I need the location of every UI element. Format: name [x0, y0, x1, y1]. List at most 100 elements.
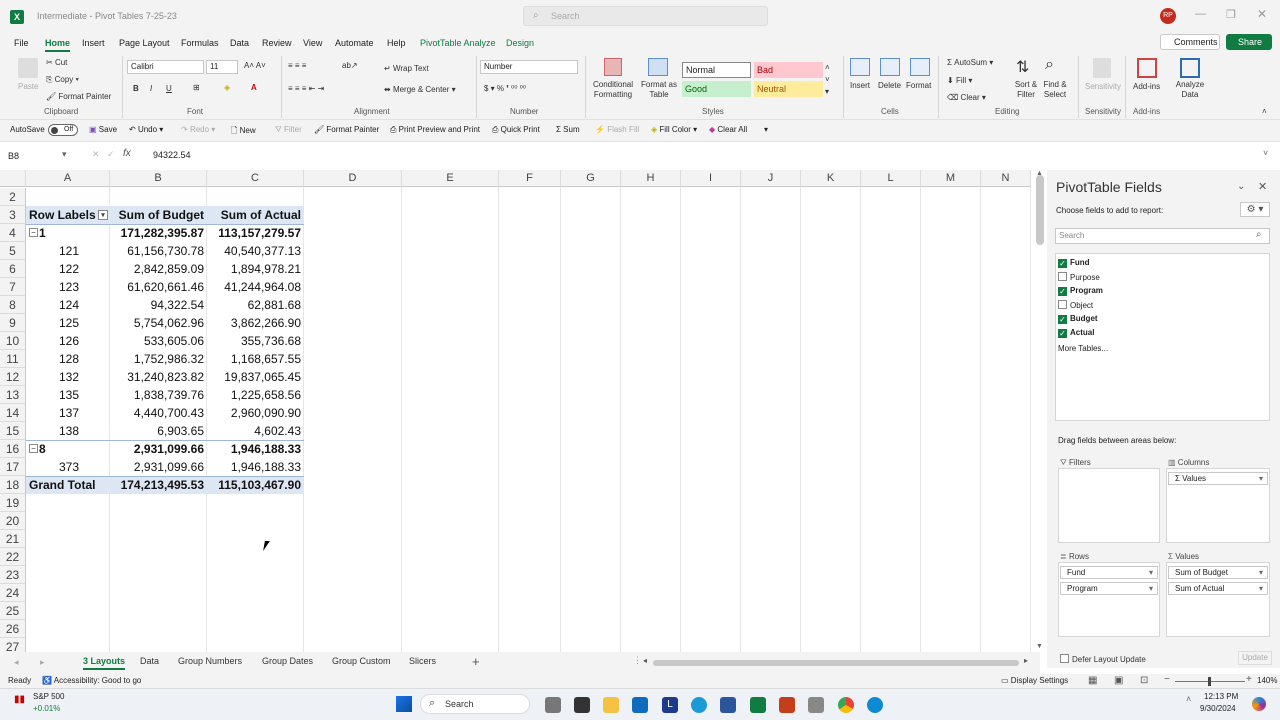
- align-top-icon[interactable]: ≡ ≡ ≡: [288, 61, 306, 70]
- checkbox-icon[interactable]: ✓: [1058, 287, 1067, 296]
- analyze-data-icon[interactable]: [1180, 58, 1200, 78]
- row-header-16[interactable]: 16: [0, 440, 26, 458]
- pivot-grand-total-label[interactable]: Grand Total: [26, 476, 110, 494]
- print-preview-button[interactable]: ⎙ Print Preview and Print: [390, 125, 480, 135]
- field-budget[interactable]: ✓ Budget: [1058, 314, 1098, 324]
- select-all-corner[interactable]: [0, 170, 26, 187]
- row-header-4[interactable]: 4: [0, 224, 26, 242]
- sheet-tab-slicers[interactable]: Slicers: [409, 656, 436, 666]
- maximize-icon[interactable]: ❐: [1226, 8, 1236, 21]
- delete-cells-icon[interactable]: [880, 58, 900, 76]
- format-painter-qat-button[interactable]: 🖌 Format Painter: [314, 125, 379, 134]
- pivot-row-label[interactable]: 126: [32, 332, 82, 350]
- conditional-formatting-icon[interactable]: [604, 58, 622, 76]
- add-ins-icon[interactable]: [1137, 58, 1157, 78]
- pivot-row-label[interactable]: 138: [32, 422, 82, 440]
- tab-file[interactable]: File: [14, 38, 29, 48]
- format-as-table-button[interactable]: Format as Table: [640, 80, 678, 100]
- comments-button[interactable]: Comments: [1160, 34, 1220, 50]
- copilot-icon[interactable]: [545, 697, 561, 713]
- row-header-25[interactable]: 25: [0, 602, 26, 620]
- next-sheet-icon[interactable]: ▸: [40, 657, 45, 668]
- column-header-c[interactable]: C: [207, 170, 304, 187]
- pivot-row-label[interactable]: 125: [32, 314, 82, 332]
- row-header-27[interactable]: 27: [0, 638, 26, 652]
- zoom-out-icon[interactable]: −: [1164, 674, 1170, 685]
- pivot-actual-cell[interactable]: 1,168,657.55: [207, 350, 304, 368]
- pivot-group-label[interactable]: 8: [36, 440, 110, 458]
- sheet-tab-3-layouts[interactable]: 3 Layouts: [83, 656, 126, 670]
- field-object[interactable]: Object: [1058, 300, 1093, 310]
- scroll-up-icon[interactable]: ▲: [1036, 170, 1043, 177]
- pivot-budget-cell[interactable]: 533,605.06: [110, 332, 207, 350]
- row-header-10[interactable]: 10: [0, 332, 26, 350]
- column-header-a[interactable]: A: [26, 170, 110, 187]
- row-header-14[interactable]: 14: [0, 404, 26, 422]
- name-box[interactable]: B8: [4, 148, 70, 164]
- page-layout-view-icon[interactable]: ▣: [1114, 675, 1123, 686]
- collapse-group-icon[interactable]: −: [29, 444, 38, 453]
- pivot-actual-cell[interactable]: 113,157,279.57: [207, 224, 304, 242]
- paste-button[interactable]: Paste: [18, 82, 38, 91]
- pivot-budget-cell[interactable]: 1,838,739.76: [110, 386, 207, 404]
- row-header-6[interactable]: 6: [0, 260, 26, 278]
- rows-item-fund[interactable]: Fund: [1060, 566, 1158, 579]
- checkbox-icon[interactable]: [1058, 272, 1067, 281]
- column-header-l[interactable]: L: [861, 170, 921, 187]
- column-header-i[interactable]: I: [681, 170, 741, 187]
- pivot-actual-cell[interactable]: 62,881.68: [207, 296, 304, 314]
- pivot-budget-cell[interactable]: 6,903.65: [110, 422, 207, 440]
- row-header-21[interactable]: 21: [0, 530, 26, 548]
- column-header-h[interactable]: H: [621, 170, 681, 187]
- pivot-header-row-labels[interactable]: Row Labels ▾: [26, 206, 110, 224]
- values-item-budget[interactable]: Sum of Budget: [1168, 566, 1268, 579]
- normal-view-icon[interactable]: ▦: [1088, 675, 1097, 686]
- app-circle-icon[interactable]: [691, 697, 707, 713]
- autosum-button[interactable]: Σ AutoSum ▾: [947, 58, 993, 67]
- row-header-17[interactable]: 17: [0, 458, 26, 476]
- pivot-actual-cell[interactable]: 355,736.68: [207, 332, 304, 350]
- fx-icon[interactable]: fx: [123, 148, 131, 159]
- pivot-actual-cell[interactable]: 4,602.43: [207, 422, 304, 440]
- column-header-d[interactable]: D: [304, 170, 402, 187]
- collapse-group-icon[interactable]: −: [29, 228, 38, 237]
- horizontal-scrollbar-thumb[interactable]: [653, 660, 1019, 666]
- row-header-24[interactable]: 24: [0, 584, 26, 602]
- formula-input[interactable]: 94322.54: [153, 150, 191, 160]
- analyze-data-button[interactable]: Analyze Data: [1174, 80, 1206, 100]
- checkbox-icon[interactable]: [1058, 300, 1067, 309]
- column-header-n[interactable]: N: [981, 170, 1031, 187]
- chrome-icon[interactable]: [838, 697, 854, 713]
- update-button[interactable]: Update: [1238, 651, 1272, 665]
- edge-icon[interactable]: [867, 697, 883, 713]
- pivot-budget-cell[interactable]: 1,752,986.32: [110, 350, 207, 368]
- pivot-budget-cell[interactable]: 5,754,062.96: [110, 314, 207, 332]
- format-as-table-icon[interactable]: [648, 58, 668, 76]
- stock-widget-icon[interactable]: ▮▮: [14, 694, 25, 705]
- flash-fill-button[interactable]: ⚡ Flash Fill: [595, 125, 639, 134]
- row-header-8[interactable]: 8: [0, 296, 26, 314]
- merge-center-button[interactable]: ⬌ Merge & Center ▾: [384, 85, 456, 94]
- font-color-icon[interactable]: A: [251, 83, 257, 92]
- row-header-26[interactable]: 26: [0, 620, 26, 638]
- bold-button[interactable]: B: [133, 84, 139, 93]
- pivot-group-label[interactable]: 1: [36, 224, 110, 242]
- taskbar-search[interactable]: ⌕ Search: [420, 694, 530, 714]
- expand-formula-bar-icon[interactable]: ˅: [1263, 148, 1268, 158]
- powerpoint-icon[interactable]: [779, 697, 795, 713]
- pane-close-icon[interactable]: ✕: [1258, 180, 1267, 193]
- fill-color-qat-button[interactable]: ◈ Fill Color ▾: [651, 125, 697, 134]
- hscroll-left-icon[interactable]: ◂: [643, 656, 647, 665]
- style-good[interactable]: Good: [682, 81, 751, 97]
- avatar[interactable]: RP: [1160, 8, 1176, 24]
- excel-taskbar-icon[interactable]: [750, 697, 766, 713]
- gear-icon[interactable]: ⚙ ▾: [1240, 202, 1270, 217]
- collapse-ribbon-icon[interactable]: ˄: [1262, 107, 1267, 116]
- wrap-text-button[interactable]: ↵ Wrap Text: [384, 64, 429, 73]
- row-header-15[interactable]: 15: [0, 422, 26, 440]
- windows-start-icon[interactable]: [396, 696, 412, 712]
- sum-button[interactable]: Σ Sum: [556, 125, 580, 134]
- tab-help[interactable]: Help: [387, 38, 406, 48]
- style-bad[interactable]: Bad: [754, 62, 823, 78]
- field-program[interactable]: ✓ Program: [1058, 286, 1103, 296]
